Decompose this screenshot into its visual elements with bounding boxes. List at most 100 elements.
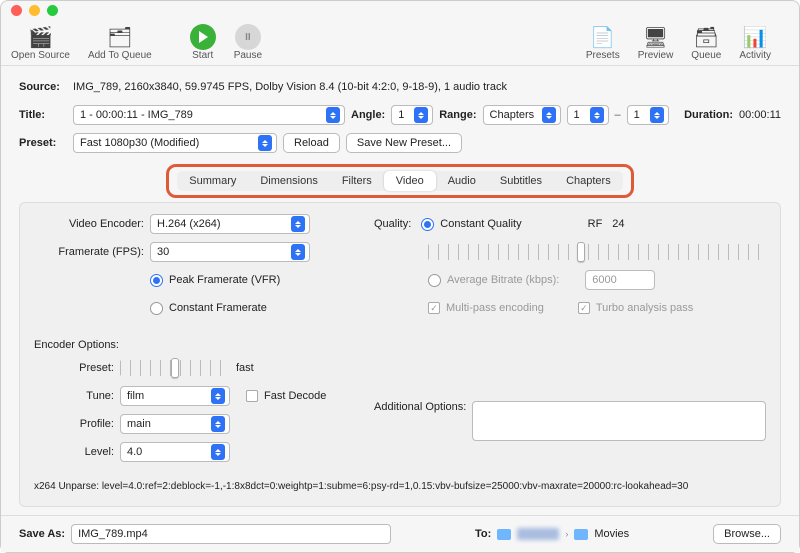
chevron-updown-icon bbox=[211, 444, 225, 460]
folder-icon bbox=[497, 529, 511, 540]
chevron-updown-icon bbox=[211, 416, 225, 432]
constant-framerate-label: Constant Framerate bbox=[169, 302, 267, 314]
save-as-input[interactable]: IMG_789.mp4 bbox=[71, 524, 391, 544]
peak-framerate-radio[interactable] bbox=[150, 274, 163, 287]
start-label: Start bbox=[192, 50, 213, 61]
chevron-updown-icon bbox=[414, 107, 428, 123]
duration-label: Duration: bbox=[684, 109, 733, 121]
tune-label: Tune: bbox=[34, 390, 114, 402]
source-value: IMG_789, 2160x3840, 59.9745 FPS, Dolby V… bbox=[73, 81, 507, 93]
avg-bitrate-label: Average Bitrate (kbps): bbox=[447, 274, 559, 286]
unparse-text: x264 Unparse: level=4.0:ref=2:deblock=-1… bbox=[34, 481, 766, 492]
additional-options-label: Additional Options: bbox=[374, 401, 466, 413]
rf-label: RF bbox=[588, 218, 603, 230]
range-to-select[interactable]: 1 bbox=[627, 105, 669, 125]
angle-label: Angle: bbox=[351, 109, 385, 121]
tab-video[interactable]: Video bbox=[384, 171, 436, 191]
range-label: Range: bbox=[439, 109, 476, 121]
queue-button[interactable]: 🗃 Queue bbox=[691, 24, 721, 61]
avg-bitrate-input[interactable]: 6000 bbox=[585, 270, 655, 290]
enc-preset-label: Preset: bbox=[34, 362, 114, 374]
tab-chapters[interactable]: Chapters bbox=[554, 171, 623, 191]
open-source-button[interactable]: 🎬 Open Source bbox=[11, 24, 70, 61]
browse-button[interactable]: Browse... bbox=[713, 524, 781, 544]
preview-label: Preview bbox=[638, 50, 674, 61]
tab-summary[interactable]: Summary bbox=[177, 171, 248, 191]
pause-button[interactable]: II Pause bbox=[234, 24, 262, 61]
chevron-updown-icon bbox=[542, 107, 556, 123]
presets-icon: 📄 bbox=[589, 24, 617, 50]
preset-label: Preset: bbox=[19, 137, 67, 149]
level-label: Level: bbox=[34, 446, 114, 458]
content-area: Source: IMG_789, 2160x3840, 59.9745 FPS,… bbox=[1, 66, 799, 515]
minimize-icon[interactable] bbox=[29, 5, 40, 16]
quality-label: Quality: bbox=[374, 218, 411, 230]
preset-select[interactable]: Fast 1080p30 (Modified) bbox=[73, 133, 277, 153]
folder-icon bbox=[574, 529, 588, 540]
chevron-updown-icon bbox=[291, 216, 305, 232]
add-to-queue-button[interactable]: 🗂 Add To Queue bbox=[88, 24, 152, 61]
turbo-checkbox[interactable]: ✓ bbox=[578, 302, 590, 314]
save-as-label: Save As: bbox=[19, 528, 65, 540]
fast-decode-checkbox[interactable] bbox=[246, 390, 258, 402]
range-from-select[interactable]: 1 bbox=[567, 105, 609, 125]
start-button[interactable]: Start bbox=[190, 24, 216, 61]
avg-bitrate-radio[interactable] bbox=[428, 274, 441, 287]
pause-icon: II bbox=[235, 24, 261, 50]
chevron-updown-icon bbox=[650, 107, 664, 123]
enc-preset-slider[interactable] bbox=[120, 360, 230, 376]
level-select[interactable]: 4.0 bbox=[120, 442, 230, 462]
slider-thumb[interactable] bbox=[171, 358, 179, 378]
chevron-updown-icon bbox=[590, 107, 604, 123]
play-icon bbox=[190, 24, 216, 50]
fullscreen-icon[interactable] bbox=[47, 5, 58, 16]
preview-button[interactable]: 🖥 Preview bbox=[638, 24, 674, 61]
chevron-updown-icon bbox=[326, 107, 340, 123]
queue-add-icon: 🗂 bbox=[106, 24, 134, 50]
title-label: Title: bbox=[19, 109, 67, 121]
slider-thumb[interactable] bbox=[577, 242, 585, 262]
turbo-label: Turbo analysis pass bbox=[596, 302, 693, 314]
tabs-highlight: Summary Dimensions Filters Video Audio S… bbox=[166, 164, 633, 198]
tab-filters[interactable]: Filters bbox=[330, 171, 384, 191]
additional-options-input[interactable] bbox=[472, 401, 766, 441]
range-type-value: Chapters bbox=[490, 109, 535, 121]
presets-button[interactable]: 📄 Presets bbox=[586, 24, 620, 61]
tab-subtitles[interactable]: Subtitles bbox=[488, 171, 554, 191]
video-encoder-select[interactable]: H.264 (x264) bbox=[150, 214, 310, 234]
dest-folder: Movies bbox=[594, 528, 629, 540]
profile-label: Profile: bbox=[34, 418, 114, 430]
preset-value: Fast 1080p30 (Modified) bbox=[80, 137, 199, 149]
angle-select[interactable]: 1 bbox=[391, 105, 433, 125]
presets-label: Presets bbox=[586, 50, 620, 61]
tab-dimensions[interactable]: Dimensions bbox=[248, 171, 329, 191]
open-source-label: Open Source bbox=[11, 50, 70, 61]
close-icon[interactable] bbox=[11, 5, 22, 16]
constant-framerate-radio[interactable] bbox=[150, 302, 163, 315]
chevron-right-icon: › bbox=[565, 529, 568, 539]
tab-audio[interactable]: Audio bbox=[436, 171, 488, 191]
multipass-label: Multi-pass encoding bbox=[446, 302, 544, 314]
app-window: 🎬 Open Source 🗂 Add To Queue Start II Pa… bbox=[0, 0, 800, 553]
range-from-value: 1 bbox=[574, 109, 580, 121]
constant-quality-radio[interactable] bbox=[421, 218, 434, 231]
encoder-options-heading: Encoder Options: bbox=[34, 339, 766, 351]
reload-button[interactable]: Reload bbox=[283, 133, 340, 153]
profile-select[interactable]: main bbox=[120, 414, 230, 434]
save-new-preset-button[interactable]: Save New Preset... bbox=[346, 133, 462, 153]
constant-quality-label: Constant Quality bbox=[440, 218, 521, 230]
to-label: To: bbox=[475, 528, 491, 540]
quality-slider[interactable] bbox=[428, 244, 766, 260]
multipass-checkbox[interactable]: ✓ bbox=[428, 302, 440, 314]
peak-framerate-label: Peak Framerate (VFR) bbox=[169, 274, 280, 286]
video-encoder-label: Video Encoder: bbox=[34, 218, 144, 230]
tune-select[interactable]: film bbox=[120, 386, 230, 406]
framerate-select[interactable]: 30 bbox=[150, 242, 310, 262]
activity-button[interactable]: 📊 Activity bbox=[739, 24, 771, 61]
toolbar: 🎬 Open Source 🗂 Add To Queue Start II Pa… bbox=[1, 21, 799, 66]
range-type-select[interactable]: Chapters bbox=[483, 105, 561, 125]
title-select[interactable]: 1 - 00:00:11 - IMG_789 bbox=[73, 105, 345, 125]
source-row: Source: IMG_789, 2160x3840, 59.9745 FPS,… bbox=[19, 76, 781, 98]
duration-value: 00:00:11 bbox=[739, 109, 781, 121]
add-to-queue-label: Add To Queue bbox=[88, 50, 152, 61]
